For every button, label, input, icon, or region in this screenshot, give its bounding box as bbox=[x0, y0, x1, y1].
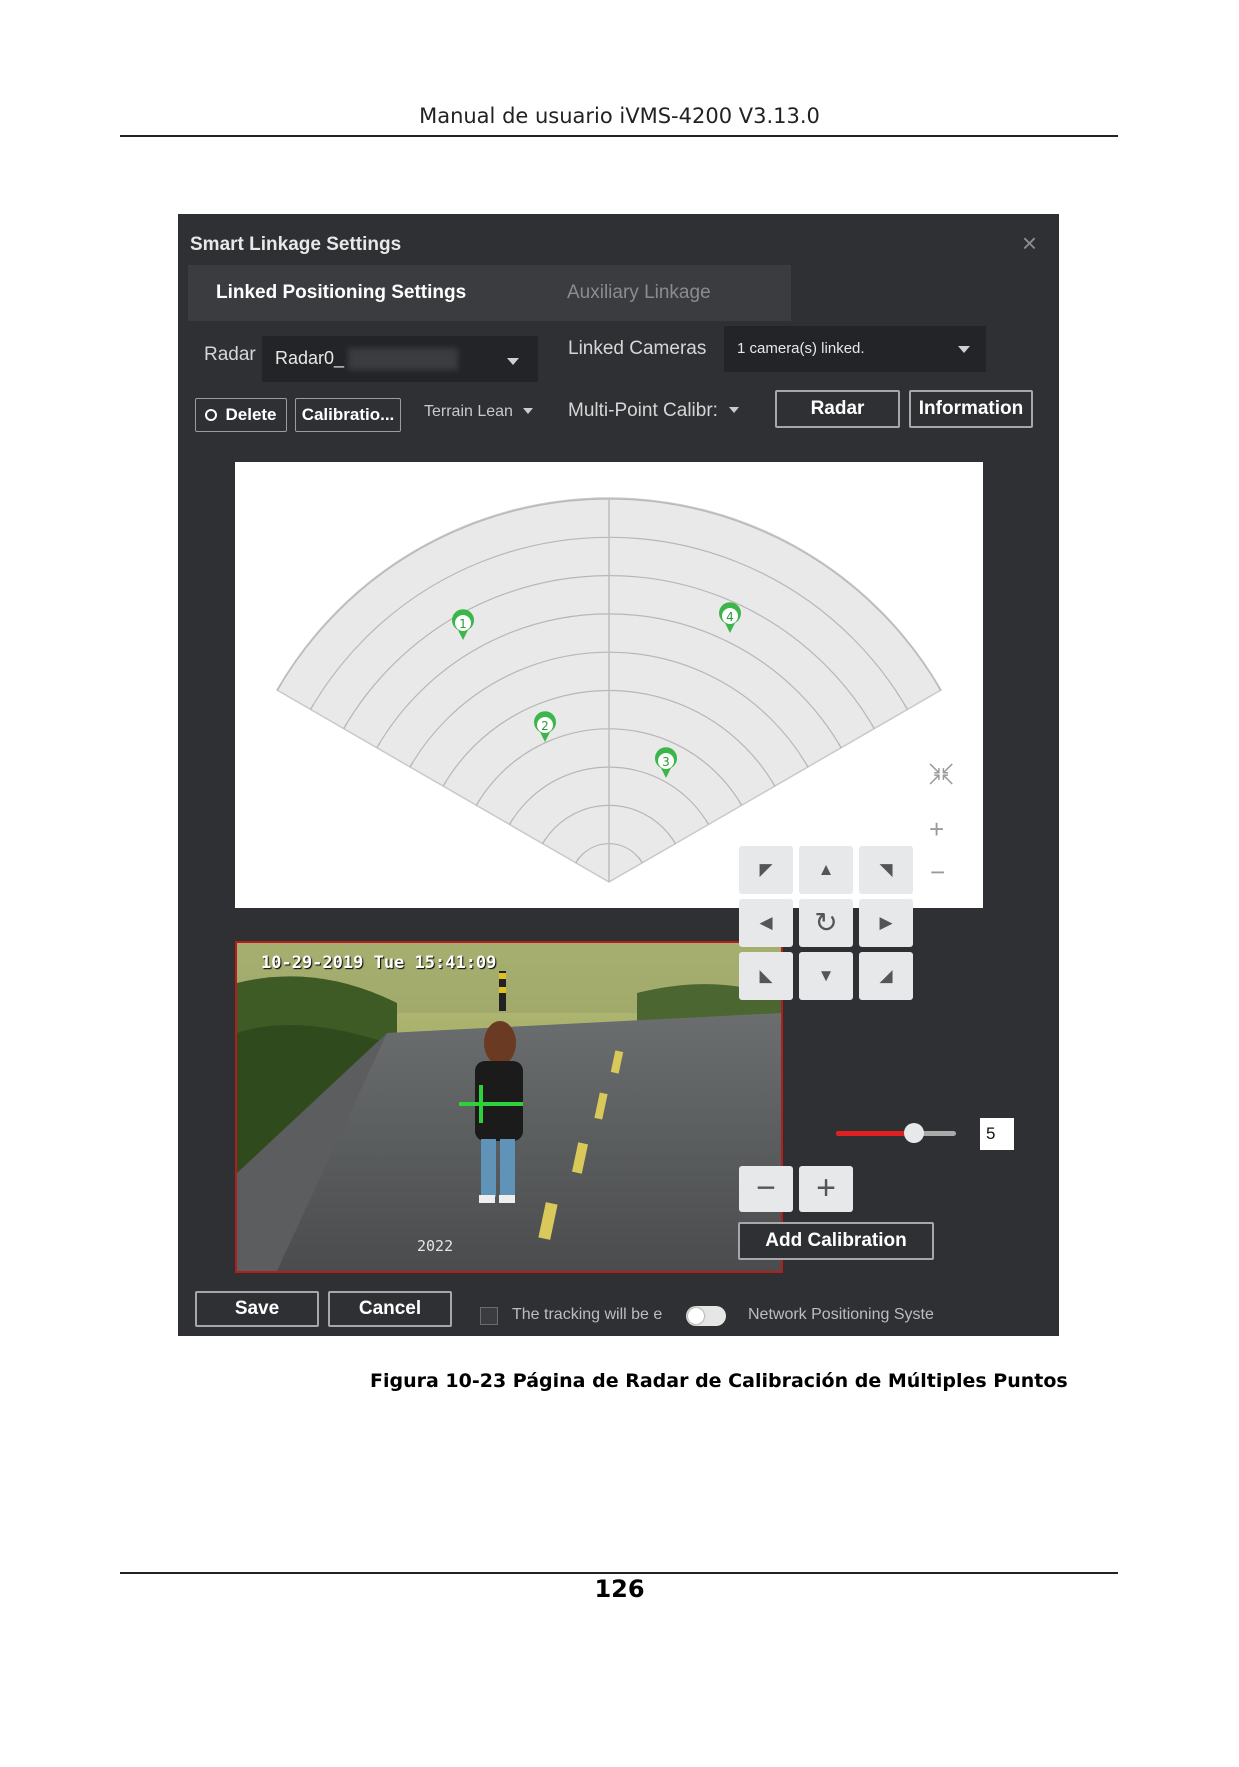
calibration-button[interactable]: Calibratio... bbox=[295, 398, 401, 432]
cancel-button[interactable]: Cancel bbox=[328, 1291, 452, 1327]
arrow-up-left-icon: ◤ bbox=[759, 860, 773, 879]
network-positioning-toggle[interactable] bbox=[686, 1306, 726, 1326]
arrow-down-left-icon: ◣ bbox=[759, 966, 773, 985]
document-header: Manual de usuario iVMS-4200 V3.13.0 bbox=[419, 104, 820, 128]
save-button[interactable]: Save bbox=[195, 1291, 319, 1327]
tab-auxiliary-linkage[interactable]: Auxiliary Linkage bbox=[567, 282, 711, 304]
arrow-up-icon: ▲ bbox=[817, 860, 835, 879]
rotate-icon: ↻ bbox=[814, 907, 838, 938]
camera-scene-image bbox=[237, 943, 781, 1271]
close-icon[interactable]: × bbox=[1022, 228, 1037, 259]
chevron-down-icon bbox=[507, 358, 519, 365]
radar-sector-chart: 1 4 2 3 bbox=[275, 497, 943, 883]
multi-point-calibration-dropdown[interactable]: Multi-Point Calibr: bbox=[568, 400, 740, 422]
arrow-down-right-icon: ◢ bbox=[879, 966, 893, 985]
radar-select[interactable]: Radar0_ bbox=[262, 336, 538, 382]
ptz-auto-rotate-button[interactable]: ↻ bbox=[799, 899, 853, 947]
ptz-down-button[interactable]: ▼ bbox=[799, 952, 853, 1000]
smart-linkage-dialog: Smart Linkage Settings × Linked Position… bbox=[178, 214, 1059, 1336]
ptz-right-button[interactable]: ▶ bbox=[859, 899, 913, 947]
radar-button[interactable]: Radar bbox=[775, 390, 900, 428]
dialog-title: Smart Linkage Settings bbox=[190, 234, 402, 255]
speed-value-box[interactable]: 5 bbox=[980, 1118, 1014, 1150]
zoom-in-button[interactable]: + bbox=[799, 1166, 853, 1212]
ptz-up-button[interactable]: ▲ bbox=[799, 846, 853, 894]
marker-4-label: 4 bbox=[726, 610, 734, 624]
fit-view-icon[interactable]: ↘↙ ↗↖ bbox=[927, 759, 955, 788]
figure-caption: Figura 10-23 Página de Radar de Calibrac… bbox=[370, 1370, 1068, 1392]
video-timestamp: 10-29-2019 Tue 15:41:09 bbox=[261, 953, 497, 973]
linked-cameras-select[interactable]: 1 camera(s) linked. bbox=[724, 326, 986, 372]
chevron-down-icon bbox=[523, 408, 534, 414]
radar-label: Radar bbox=[204, 344, 256, 365]
radar-map-panel[interactable]: 1 4 2 3 ↘↙ ↗↖ + − bbox=[235, 462, 983, 908]
toggle-knob bbox=[688, 1308, 704, 1324]
redacted-area bbox=[348, 348, 458, 370]
zoom-out-icon[interactable]: − bbox=[930, 857, 945, 888]
information-button[interactable]: Information bbox=[909, 390, 1033, 428]
tab-linked-positioning[interactable]: Linked Positioning Settings bbox=[216, 282, 466, 304]
ptz-up-right-button[interactable]: ◥ bbox=[859, 846, 913, 894]
delete-icon bbox=[205, 409, 218, 421]
arrow-left-icon: ◀ bbox=[759, 913, 773, 932]
tracking-checkbox[interactable] bbox=[480, 1307, 498, 1325]
radar-select-value: Radar0_ bbox=[275, 348, 345, 368]
video-watermark: 2022 bbox=[417, 1237, 454, 1255]
marker-1-label: 1 bbox=[459, 617, 467, 631]
ptz-down-left-button[interactable]: ◣ bbox=[739, 952, 793, 1000]
chevron-down-icon bbox=[958, 346, 970, 353]
marker-3-label: 3 bbox=[662, 755, 670, 769]
terrain-learning-dropdown[interactable]: Terrain Lean bbox=[424, 403, 534, 421]
network-positioning-text: Network Positioning Syste bbox=[748, 1306, 934, 1323]
speed-slider-fill bbox=[836, 1131, 914, 1136]
ptz-left-button[interactable]: ◀ bbox=[739, 899, 793, 947]
page-number: 126 bbox=[594, 1575, 645, 1603]
ptz-speed-slider[interactable] bbox=[836, 1123, 956, 1143]
tracking-text: The tracking will be e bbox=[512, 1306, 663, 1323]
chevron-down-icon bbox=[729, 407, 740, 413]
zoom-out-button[interactable]: − bbox=[739, 1166, 793, 1212]
arrow-down-icon: ▼ bbox=[817, 966, 835, 985]
ptz-up-left-button[interactable]: ◤ bbox=[739, 846, 793, 894]
linked-cameras-label: Linked Cameras bbox=[568, 338, 707, 359]
footer-rule bbox=[120, 1572, 1118, 1574]
arrow-up-right-icon: ◥ bbox=[879, 860, 893, 879]
linked-cameras-value: 1 camera(s) linked. bbox=[737, 340, 865, 357]
ptz-down-right-button[interactable]: ◢ bbox=[859, 952, 913, 1000]
speed-slider-handle[interactable] bbox=[904, 1123, 924, 1143]
live-video-view[interactable]: 10-29-2019 Tue 15:41:09 2022 bbox=[235, 941, 783, 1273]
add-calibration-button[interactable]: Add Calibration bbox=[738, 1222, 934, 1260]
arrow-right-icon: ▶ bbox=[879, 913, 893, 932]
header-rule bbox=[120, 135, 1118, 137]
zoom-in-icon[interactable]: + bbox=[929, 814, 944, 845]
marker-2-label: 2 bbox=[541, 719, 549, 733]
delete-button[interactable]: Delete bbox=[195, 398, 287, 432]
tab-bar: Linked Positioning Settings Auxiliary Li… bbox=[188, 265, 791, 321]
